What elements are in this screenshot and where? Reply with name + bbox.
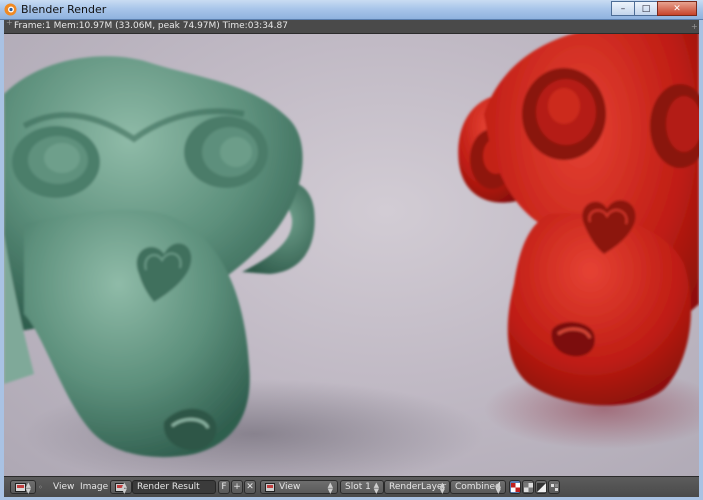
fake-user-button[interactable]: F — [218, 480, 230, 494]
render-info-header: + Frame:1 Mem:10.97M (33.06M, peak 74.97… — [4, 19, 699, 34]
close-x-icon: ✕ — [246, 482, 254, 492]
slot-label: Slot 1 — [345, 482, 371, 492]
alpha-only-icon — [536, 482, 546, 492]
render-stats-text: Frame:1 Mem:10.97M (33.06M, peak 74.97M)… — [14, 21, 288, 31]
new-image-button[interactable]: + — [231, 480, 243, 494]
draw-alpha-only-button[interactable] — [535, 480, 547, 494]
render-layer-dropdown[interactable]: RenderLayer ▲ ▼ — [384, 480, 450, 495]
view-icon — [265, 482, 275, 492]
render-image — [4, 34, 699, 476]
draw-zbuffer-button[interactable] — [548, 480, 560, 494]
view-mode-label: View — [279, 482, 301, 492]
draw-alpha-button[interactable] — [522, 480, 534, 494]
image-browse-button[interactable]: ▲ ▼ — [110, 480, 132, 495]
render-pass-label: Combined — [455, 482, 501, 492]
render-layer-label: RenderLayer — [389, 482, 447, 492]
plus-icon: + — [233, 482, 241, 492]
zbuffer-icon — [550, 483, 558, 491]
dropdown-arrows-icon: ▲ ▼ — [121, 481, 127, 495]
render-viewport[interactable] — [4, 34, 699, 476]
alpha-checker-icon — [523, 482, 533, 492]
dropdown-arrows-icon: ▲ ▼ — [439, 481, 445, 495]
area-split-corner-icon[interactable]: + — [6, 19, 13, 27]
window-titlebar: Blender Render – □ ✕ — [0, 0, 703, 20]
menu-view[interactable]: View — [53, 480, 74, 494]
window-title: Blender Render — [21, 3, 107, 16]
render-pass-dropdown[interactable]: Combined ▲ ▼ — [450, 480, 506, 495]
dropdown-arrows-icon: ▲ ▼ — [373, 481, 379, 495]
close-button[interactable]: ✕ — [657, 1, 697, 16]
blender-logo-icon — [4, 3, 17, 16]
slot-dropdown[interactable]: Slot 1 ▲ ▼ — [340, 480, 384, 495]
view-mode-dropdown[interactable]: View ▲ ▼ — [260, 480, 338, 495]
collapse-menus-icon[interactable]: ◦ — [38, 480, 43, 494]
maximize-button[interactable]: □ — [634, 1, 658, 16]
image-editor-icon — [15, 482, 26, 492]
red-monkey — [458, 34, 699, 406]
editor-type-selector[interactable]: ▲ ▼ — [10, 480, 36, 495]
menu-image[interactable]: Image — [80, 480, 108, 494]
dropdown-arrows-icon: ▲ ▼ — [25, 481, 31, 495]
unlink-image-button[interactable]: ✕ — [244, 480, 256, 494]
image-name-field[interactable]: Render Result — [132, 480, 216, 494]
area-split-corner-icon[interactable]: + — [691, 23, 698, 31]
dropdown-arrows-icon: ▲ ▼ — [495, 481, 501, 495]
window-border-right — [699, 20, 703, 500]
window-controls: – □ ✕ — [611, 1, 697, 16]
draw-image-button[interactable] — [509, 480, 521, 494]
dropdown-arrows-icon: ▲ ▼ — [327, 481, 333, 495]
image-editor-header: ▲ ▼ ◦ View Image ▲ ▼ Render Result F + ✕ V… — [4, 476, 699, 497]
checker-icon — [510, 482, 520, 492]
minimize-button[interactable]: – — [611, 1, 635, 16]
